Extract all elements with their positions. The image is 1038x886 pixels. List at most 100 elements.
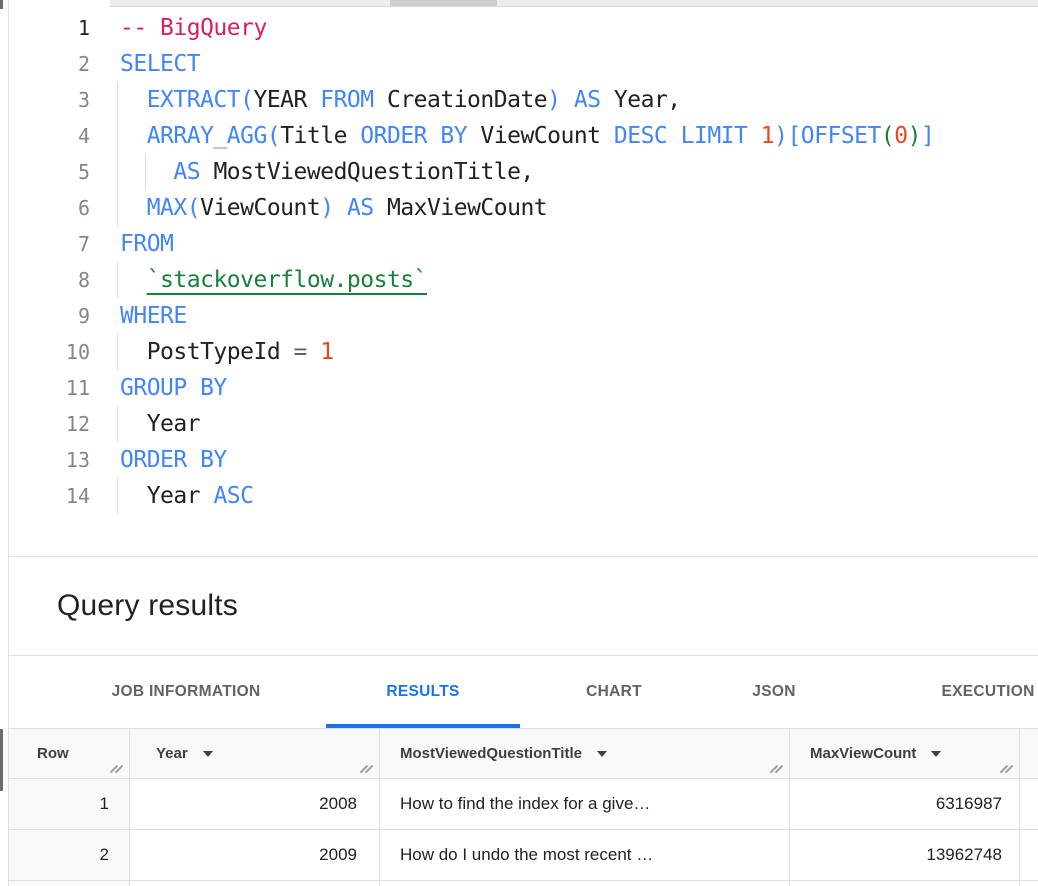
- code-line[interactable]: 4 ARRAY_AGG(Title ORDER BY ViewCount DES…: [9, 118, 1038, 154]
- table-row: 12008How to find the index for a give…63…: [9, 779, 1038, 830]
- line-number: 1: [9, 10, 90, 46]
- table-reference-link[interactable]: `stackoverflow.posts`: [147, 267, 427, 293]
- table-cell: How do I undo the most recent …: [380, 830, 790, 880]
- code-line[interactable]: 2SELECT: [9, 46, 1038, 82]
- code-line[interactable]: 6 MAX(ViewCount) AS MaxViewCount: [9, 190, 1038, 226]
- code-token: PostTypeId: [120, 339, 294, 365]
- code-token: Year: [120, 411, 200, 437]
- column-resize-handle-icon[interactable]: [770, 763, 784, 775]
- line-number: 8: [9, 262, 90, 298]
- code-token: Year,: [601, 87, 681, 113]
- indent-guide: [117, 82, 118, 118]
- column-header-mostviewedquestiontitle[interactable]: MostViewedQuestionTitle: [380, 729, 790, 778]
- code-token: GROUP BY: [120, 375, 227, 401]
- query-results-title: Query results: [57, 589, 238, 623]
- column-dropdown-arrow-icon[interactable]: [203, 751, 213, 757]
- table-cell: How to find the index for a give…: [380, 779, 790, 829]
- indent-guide: [117, 334, 118, 370]
- code-line-content: AS MostViewedQuestionTitle,: [90, 154, 534, 190]
- query-results-header: Query results: [9, 557, 1038, 655]
- code-token: MAX(: [147, 195, 200, 221]
- table-cell-overflow: [1020, 779, 1038, 829]
- sql-editor[interactable]: 1-- BigQuery2SELECT3 EXTRACT(YEAR FROM C…: [9, 6, 1038, 559]
- code-line[interactable]: 7FROM: [9, 226, 1038, 262]
- bigquery-panel: 1-- BigQuery2SELECT3 EXTRACT(YEAR FROM C…: [0, 0, 1038, 886]
- table-cell: [130, 881, 380, 886]
- table-cell: 2009: [130, 830, 380, 880]
- code-token: EXTRACT(: [147, 87, 254, 113]
- tab-json[interactable]: JSON: [694, 656, 854, 728]
- code-token: ): [320, 195, 333, 221]
- code-token: AS: [173, 159, 200, 185]
- code-line-content: -- BigQuery: [90, 10, 267, 46]
- line-number: 2: [9, 46, 90, 82]
- code-line[interactable]: 13 ORDER BY: [9, 442, 1038, 478]
- table-cell-overflow: [1020, 881, 1038, 886]
- table-body: 12008How to find the index for a give…63…: [9, 779, 1038, 886]
- code-token: [747, 123, 760, 149]
- code-token: )[OFFSET: [774, 123, 881, 149]
- code-token: ViewCount: [200, 195, 320, 221]
- code-line-content: Year: [90, 406, 200, 442]
- active-tab-underline: [326, 724, 520, 728]
- code-line[interactable]: 8 `stackoverflow.posts`: [9, 262, 1038, 298]
- code-token: CreationDate: [374, 87, 548, 113]
- code-line[interactable]: 1-- BigQuery: [9, 10, 1038, 46]
- code-token: 0: [894, 123, 907, 149]
- column-resize-handle-icon[interactable]: [1000, 763, 1014, 775]
- code-token: [334, 195, 347, 221]
- code-line-content: SELECT: [90, 46, 200, 82]
- code-line[interactable]: 3 EXTRACT(YEAR FROM CreationDate) AS Yea…: [9, 82, 1038, 118]
- table-cell: 6316987: [790, 779, 1020, 829]
- indent-guide: [117, 190, 118, 226]
- column-resize-handle-icon[interactable]: [110, 763, 124, 775]
- indent-guide: [117, 262, 118, 298]
- line-number: 3: [9, 82, 90, 118]
- line-number: 10: [9, 334, 90, 370]
- column-dropdown-arrow-icon[interactable]: [931, 751, 941, 757]
- indent-guide: [117, 154, 118, 190]
- column-label: Row: [37, 745, 69, 762]
- table-cell: 1: [9, 779, 130, 829]
- code-line[interactable]: 14 Year ASC: [9, 478, 1038, 514]
- code-token: WHERE: [120, 303, 187, 329]
- code-token: MaxViewCount: [374, 195, 548, 221]
- line-number: 9: [9, 298, 90, 334]
- column-dropdown-arrow-icon[interactable]: [597, 751, 607, 757]
- tab-label: CHART: [586, 683, 642, 701]
- code-line-content: WHERE: [90, 298, 187, 334]
- code-token: ORDER BY: [120, 447, 227, 473]
- code-token: ): [547, 87, 560, 113]
- code-token: ARRAY_AGG(: [147, 123, 280, 149]
- code-line[interactable]: 11GROUP BY: [9, 370, 1038, 406]
- column-header-overflow: [1020, 729, 1038, 778]
- code-token: [120, 87, 147, 113]
- column-resize-handle-icon[interactable]: [360, 763, 374, 775]
- code-line-content: PostTypeId = 1: [90, 334, 334, 370]
- code-token: =: [294, 339, 307, 365]
- code-token: DESC LIMIT: [614, 123, 747, 149]
- indent-guide: [117, 118, 118, 154]
- code-token: [307, 339, 320, 365]
- table-row-partial: [9, 881, 1038, 886]
- code-token: FROM: [320, 87, 373, 113]
- indent-guide: [117, 406, 118, 442]
- code-line[interactable]: 10 PostTypeId = 1: [9, 334, 1038, 370]
- column-header-maxviewcount[interactable]: MaxViewCount: [790, 729, 1020, 778]
- column-header-year[interactable]: Year: [130, 729, 380, 778]
- tab-execution-details[interactable]: EXECUTION DETAILS: [854, 656, 1038, 728]
- code-token: [120, 267, 147, 293]
- tab-chart[interactable]: CHART: [534, 656, 694, 728]
- code-token: [120, 159, 173, 185]
- tab-results[interactable]: RESULTS: [312, 656, 534, 728]
- code-token: Title: [280, 123, 360, 149]
- code-line-content: FROM: [90, 226, 173, 262]
- table-cell: [790, 881, 1020, 886]
- tab-job-information[interactable]: JOB INFORMATION: [60, 656, 312, 728]
- code-line[interactable]: 9 WHERE: [9, 298, 1038, 334]
- code-line[interactable]: 12 Year: [9, 406, 1038, 442]
- line-number: 13: [9, 442, 90, 478]
- code-line[interactable]: 5 AS MostViewedQuestionTitle,: [9, 154, 1038, 190]
- table-header-row: Row YearMostViewedQuestionTitleMaxViewCou…: [9, 729, 1038, 779]
- left-scrollbar-fragment[interactable]: [0, 729, 3, 791]
